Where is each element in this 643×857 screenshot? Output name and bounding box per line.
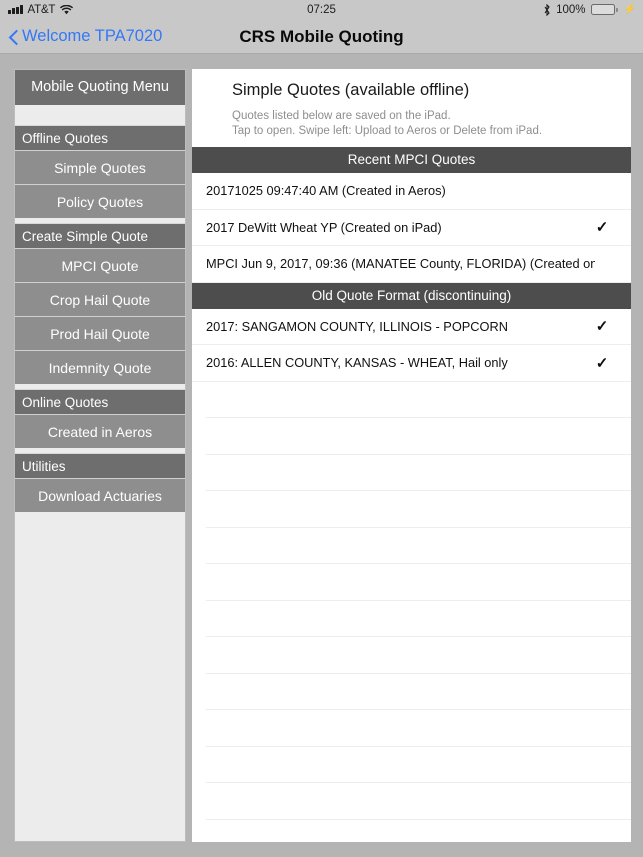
quotes-panel-header: Simple Quotes (available offline) Quotes…: [192, 69, 631, 147]
quotes-title: Simple Quotes (available offline): [232, 81, 470, 99]
quote-label: 2017: SANGAMON COUNTY, ILLINOIS - POPCOR…: [206, 318, 508, 334]
quotes-panel: Simple Quotes (available offline) Quotes…: [192, 69, 631, 842]
checkmark-icon: ✓: [595, 219, 609, 237]
sidebar-item-mpci-quote[interactable]: MPCI Quote: [15, 248, 185, 282]
empty-table-row: [206, 454, 631, 491]
sidebar-item-created-in-aeros[interactable]: Created in Aeros: [15, 414, 185, 448]
quote-label: 2017 DeWitt Wheat YP (Created on iPad): [206, 219, 442, 235]
empty-table-row: [206, 600, 631, 637]
sidebar-item-simple-quotes[interactable]: Simple Quotes: [15, 150, 185, 184]
checkmark-icon: ✓: [595, 354, 609, 372]
empty-table-row: [206, 783, 631, 820]
quote-label: 20171025 09:47:40 AM (Created in Aeros): [206, 183, 446, 199]
sidebar-group-create-simple-quote: Create Simple Quote: [15, 223, 185, 248]
sidebar-item-download-actuaries[interactable]: Download Actuaries: [15, 478, 185, 512]
quote-label: MPCI Jun 9, 2017, 09:36 (MANATEE County,…: [206, 256, 595, 272]
section-header-recent-mpci-quotes: Recent MPCI Quotes: [192, 147, 631, 173]
empty-table-row: [206, 491, 631, 528]
status-bar: AT&T 07:25 100% ⚡: [0, 0, 643, 19]
empty-table-row: [206, 564, 631, 601]
page-body: Mobile Quoting Menu Offline Quotes Simpl…: [0, 55, 643, 857]
empty-table-row: [206, 746, 631, 783]
navigation-bar: Welcome TPA7020 CRS Mobile Quoting: [0, 19, 643, 54]
battery-percent-label: 100%: [556, 3, 586, 16]
empty-table-row: [206, 819, 631, 842]
bluetooth-icon: [543, 3, 551, 16]
page-title: CRS Mobile Quoting: [239, 27, 404, 46]
battery-icon: [590, 4, 618, 15]
sidebar-title: Mobile Quoting Menu: [15, 70, 185, 105]
sidebar-item-policy-quotes[interactable]: Policy Quotes: [15, 184, 185, 218]
table-row[interactable]: 2016: ALLEN COUNTY, KANSAS - WHEAT, Hail…: [192, 345, 631, 382]
status-bar-right: 100% ⚡: [543, 3, 636, 16]
sidebar-group-online-quotes: Online Quotes: [15, 389, 185, 414]
sidebar-group-offline-quotes: Offline Quotes: [15, 125, 185, 150]
sidebar-item-crop-hail-quote[interactable]: Crop Hail Quote: [15, 282, 185, 316]
sidebar: Mobile Quoting Menu Offline Quotes Simpl…: [14, 69, 186, 842]
quote-label: 2016: ALLEN COUNTY, KANSAS - WHEAT, Hail…: [206, 355, 508, 371]
sidebar-item-prod-hail-quote[interactable]: Prod Hail Quote: [15, 316, 185, 350]
quotes-subtitle-line-1: Quotes listed below are saved on the iPa…: [232, 110, 451, 122]
table-row[interactable]: 2017 DeWitt Wheat YP (Created on iPad) ✓: [192, 209, 631, 246]
lightning-bolt-icon: ⚡: [623, 4, 636, 15]
empty-table-row: [206, 710, 631, 747]
checkmark-icon: ✓: [595, 318, 609, 336]
sidebar-item-indemnity-quote[interactable]: Indemnity Quote: [15, 350, 185, 384]
sidebar-group-utilities: Utilities: [15, 453, 185, 478]
empty-table-row: [206, 418, 631, 455]
table-row[interactable]: 20171025 09:47:40 AM (Created in Aeros): [192, 173, 631, 210]
table-row[interactable]: 2017: SANGAMON COUNTY, ILLINOIS - POPCOR…: [192, 308, 631, 345]
table-row[interactable]: MPCI Jun 9, 2017, 09:36 (MANATEE County,…: [192, 246, 631, 283]
empty-table-row: [206, 673, 631, 710]
sidebar-spacer: [15, 105, 185, 125]
empty-table-row: [206, 637, 631, 674]
empty-rows-container: [192, 381, 631, 842]
quotes-subtitle-line-2: Tap to open. Swipe left: Upload to Aeros…: [232, 125, 543, 137]
empty-table-row: [206, 381, 631, 418]
empty-table-row: [206, 527, 631, 564]
section-header-old-quote-format: Old Quote Format (discontinuing): [192, 282, 631, 309]
